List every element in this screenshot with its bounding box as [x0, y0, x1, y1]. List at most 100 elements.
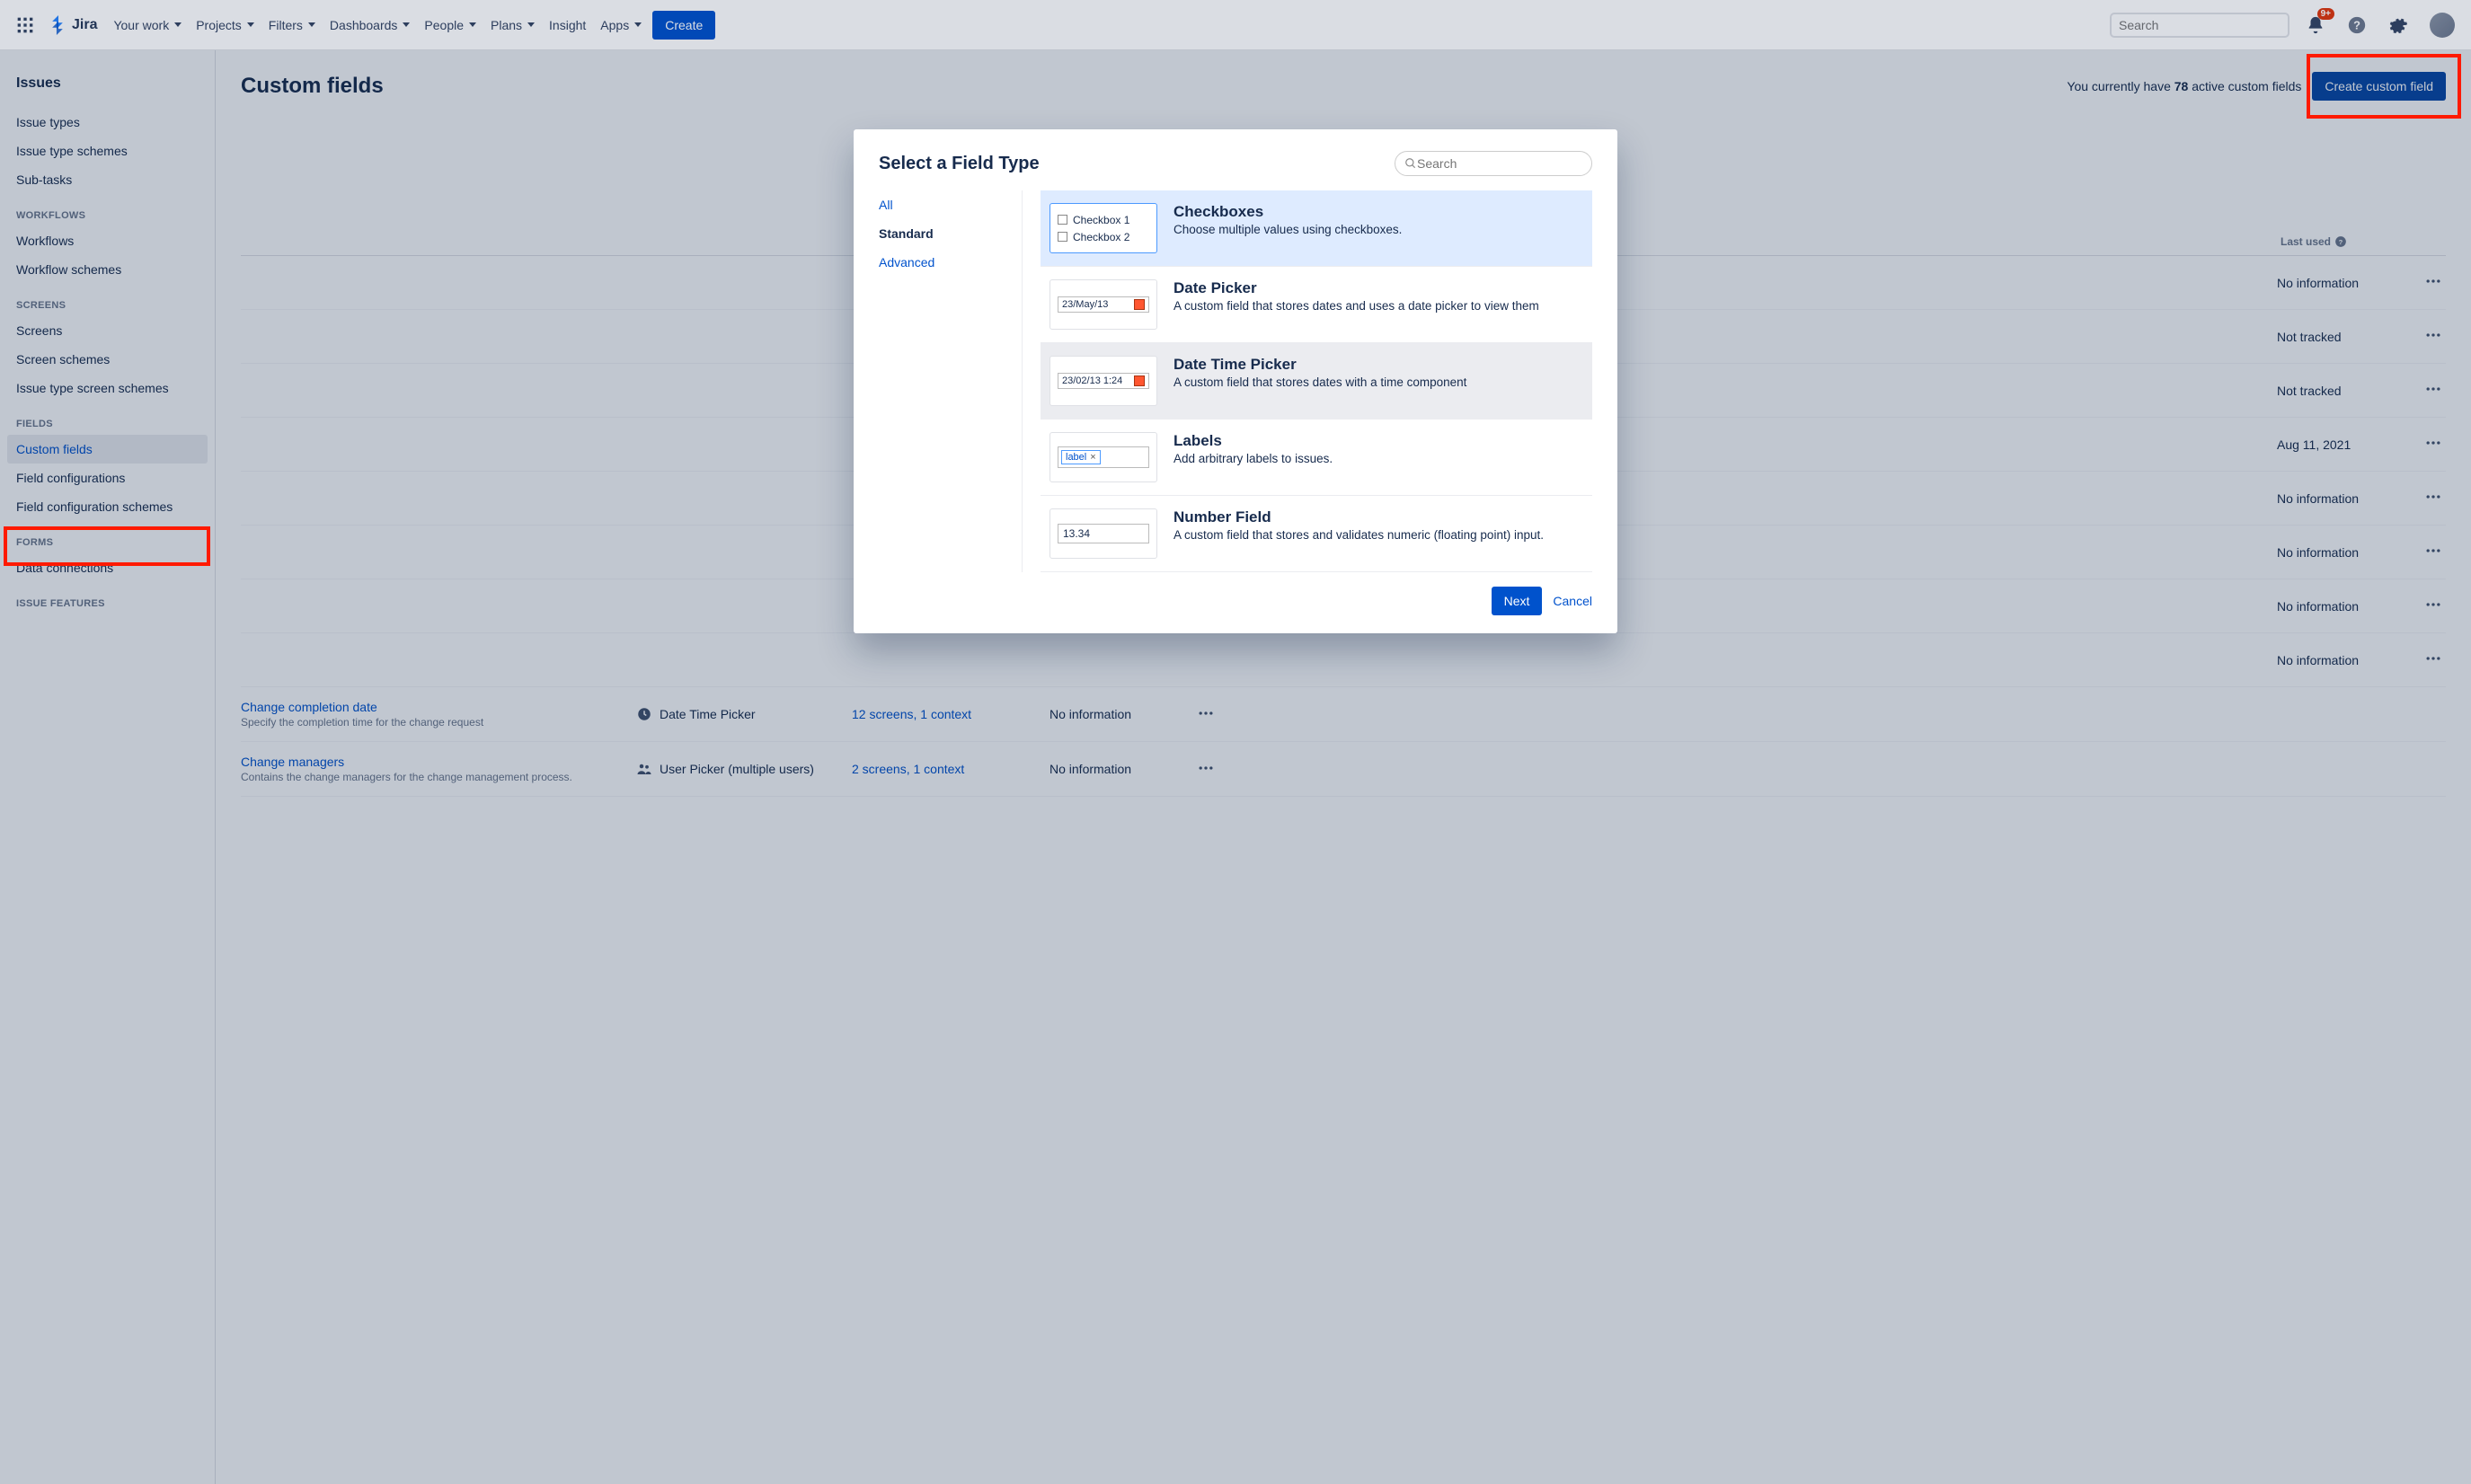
- more-icon: [1197, 704, 1215, 722]
- sidebar-item-field-configurations[interactable]: Field configurations: [7, 464, 208, 492]
- field-type-list: Checkbox 1Checkbox 2CheckboxesChoose mul…: [1041, 190, 1592, 572]
- jira-logo[interactable]: Jira: [43, 12, 102, 39]
- nav-plans[interactable]: Plans: [483, 13, 542, 38]
- field-type-checkboxes[interactable]: Checkbox 1Checkbox 2CheckboxesChoose mul…: [1041, 190, 1592, 267]
- sidebar-item-workflows[interactable]: Workflows: [7, 226, 208, 255]
- nav-your-work[interactable]: Your work: [106, 13, 189, 38]
- sidebar-item-workflow-schemes[interactable]: Workflow schemes: [7, 255, 208, 284]
- modal-search-input[interactable]: [1417, 156, 1582, 171]
- sidebar-item-custom-fields[interactable]: Custom fields: [7, 435, 208, 464]
- field-screens-link[interactable]: 2 screens, 1 context: [852, 762, 1032, 776]
- sidebar-group-header: SCREENS: [7, 284, 208, 316]
- field-name-link[interactable]: Change managers: [241, 755, 618, 769]
- chevron-down-icon: [469, 22, 476, 27]
- chevron-down-icon: [403, 22, 410, 27]
- notifications-button[interactable]: 9+: [2300, 10, 2331, 40]
- global-search[interactable]: [2110, 13, 2289, 38]
- field-type-desc: A custom field that stores and validates…: [1174, 528, 1583, 542]
- field-type-date-picker[interactable]: 23/May/13Date PickerA custom field that …: [1041, 267, 1592, 343]
- sidebar-item-issue-type-schemes[interactable]: Issue type schemes: [7, 137, 208, 165]
- field-last-used: No information: [2277, 491, 2403, 506]
- category-advanced[interactable]: Advanced: [879, 255, 1014, 269]
- more-icon: [2424, 434, 2442, 452]
- field-last-used: No information: [1050, 762, 1175, 776]
- more-icon: [2424, 542, 2442, 560]
- help-icon: ?: [2347, 15, 2367, 35]
- more-icon: [2424, 380, 2442, 398]
- sidebar-group-header: ISSUE FEATURES: [7, 582, 208, 614]
- row-actions-button[interactable]: [2421, 538, 2446, 566]
- logo-text: Jira: [72, 17, 97, 33]
- row-actions-button[interactable]: [2421, 322, 2446, 350]
- field-type-name: Checkboxes: [1174, 203, 1583, 221]
- more-icon: [2424, 326, 2442, 344]
- field-last-used: No information: [2277, 599, 2403, 614]
- sidebar-item-screens[interactable]: Screens: [7, 316, 208, 345]
- field-last-used: No information: [2277, 653, 2403, 667]
- modal-search[interactable]: [1395, 151, 1592, 176]
- calendar-icon: [1134, 375, 1145, 386]
- profile-button[interactable]: [2424, 7, 2460, 43]
- nav-filters[interactable]: Filters: [261, 13, 323, 38]
- row-actions-button[interactable]: [2421, 592, 2446, 620]
- more-icon: [2424, 596, 2442, 614]
- row-actions-button[interactable]: [2421, 646, 2446, 674]
- calendar-icon: [1134, 299, 1145, 310]
- nav-projects[interactable]: Projects: [189, 13, 261, 38]
- sidebar-item-field-configuration-schemes[interactable]: Field configuration schemes: [7, 492, 208, 521]
- field-type-preview: Checkbox 1Checkbox 2: [1050, 203, 1157, 253]
- sidebar-item-screen-schemes[interactable]: Screen schemes: [7, 345, 208, 374]
- help-button[interactable]: ?: [2342, 10, 2372, 40]
- nav-people[interactable]: People: [417, 13, 483, 38]
- more-icon: [2424, 649, 2442, 667]
- field-type-labels[interactable]: label ×LabelsAdd arbitrary labels to iss…: [1041, 420, 1592, 496]
- chevron-down-icon: [527, 22, 535, 27]
- row-actions-button[interactable]: [2421, 269, 2446, 296]
- global-search-input[interactable]: [2119, 18, 2281, 32]
- gear-icon: [2388, 15, 2408, 35]
- next-button[interactable]: Next: [1492, 587, 1543, 615]
- sidebar-item-issue-types[interactable]: Issue types: [7, 108, 208, 137]
- chevron-down-icon: [247, 22, 254, 27]
- row-actions-button[interactable]: [2421, 430, 2446, 458]
- app-switcher-icon[interactable]: [11, 13, 40, 38]
- category-standard[interactable]: Standard: [879, 226, 1014, 241]
- sidebar-item-sub-tasks[interactable]: Sub-tasks: [7, 165, 208, 194]
- create-button[interactable]: Create: [652, 11, 715, 40]
- settings-button[interactable]: [2383, 10, 2413, 40]
- field-last-used: Not tracked: [2277, 330, 2403, 344]
- sidebar-item-issue-type-screen-schemes[interactable]: Issue type screen schemes: [7, 374, 208, 402]
- field-type-number-field[interactable]: 13.34Number FieldA custom field that sto…: [1041, 496, 1592, 572]
- nav-dashboards[interactable]: Dashboards: [323, 13, 418, 38]
- clock-icon: [636, 706, 652, 722]
- nav-apps[interactable]: Apps: [593, 13, 649, 38]
- row-actions-button[interactable]: [1193, 755, 1218, 783]
- category-all[interactable]: All: [879, 198, 1014, 212]
- sidebar-group-header: WORKFLOWS: [7, 194, 208, 226]
- nav-insight[interactable]: Insight: [542, 13, 593, 38]
- field-last-used: No information: [1050, 707, 1175, 721]
- field-type-desc: Add arbitrary labels to issues.: [1174, 452, 1583, 465]
- top-nav: Jira Your workProjectsFiltersDashboardsP…: [0, 0, 2471, 50]
- row-actions-button[interactable]: [2421, 484, 2446, 512]
- cancel-button[interactable]: Cancel: [1553, 594, 1592, 608]
- chevron-down-icon: [634, 22, 642, 27]
- svg-text:?: ?: [2339, 238, 2343, 246]
- field-last-used: No information: [2277, 276, 2403, 290]
- table-row: No information: [241, 633, 2446, 687]
- field-type-preview: 23/May/13: [1050, 279, 1157, 330]
- row-actions-button[interactable]: [1193, 701, 1218, 729]
- field-name-link[interactable]: Change completion date: [241, 700, 618, 714]
- field-type-date-time-picker[interactable]: 23/02/13 1:24Date Time PickerA custom fi…: [1041, 343, 1592, 420]
- create-custom-field-button[interactable]: Create custom field: [2312, 72, 2446, 101]
- people-icon: [636, 761, 652, 777]
- sidebar-item-data-connections[interactable]: Data connections: [7, 553, 208, 582]
- field-last-used: Not tracked: [2277, 384, 2403, 398]
- field-last-used: No information: [2277, 545, 2403, 560]
- field-screens-link[interactable]: 12 screens, 1 context: [852, 707, 1032, 721]
- table-row: Change completion date Specify the compl…: [241, 687, 2446, 742]
- row-actions-button[interactable]: [2421, 376, 2446, 404]
- field-type: Date Time Picker: [636, 706, 834, 722]
- admin-sidebar: Issues Issue typesIssue type schemesSub-…: [0, 50, 216, 1484]
- field-type-preview: label ×: [1050, 432, 1157, 482]
